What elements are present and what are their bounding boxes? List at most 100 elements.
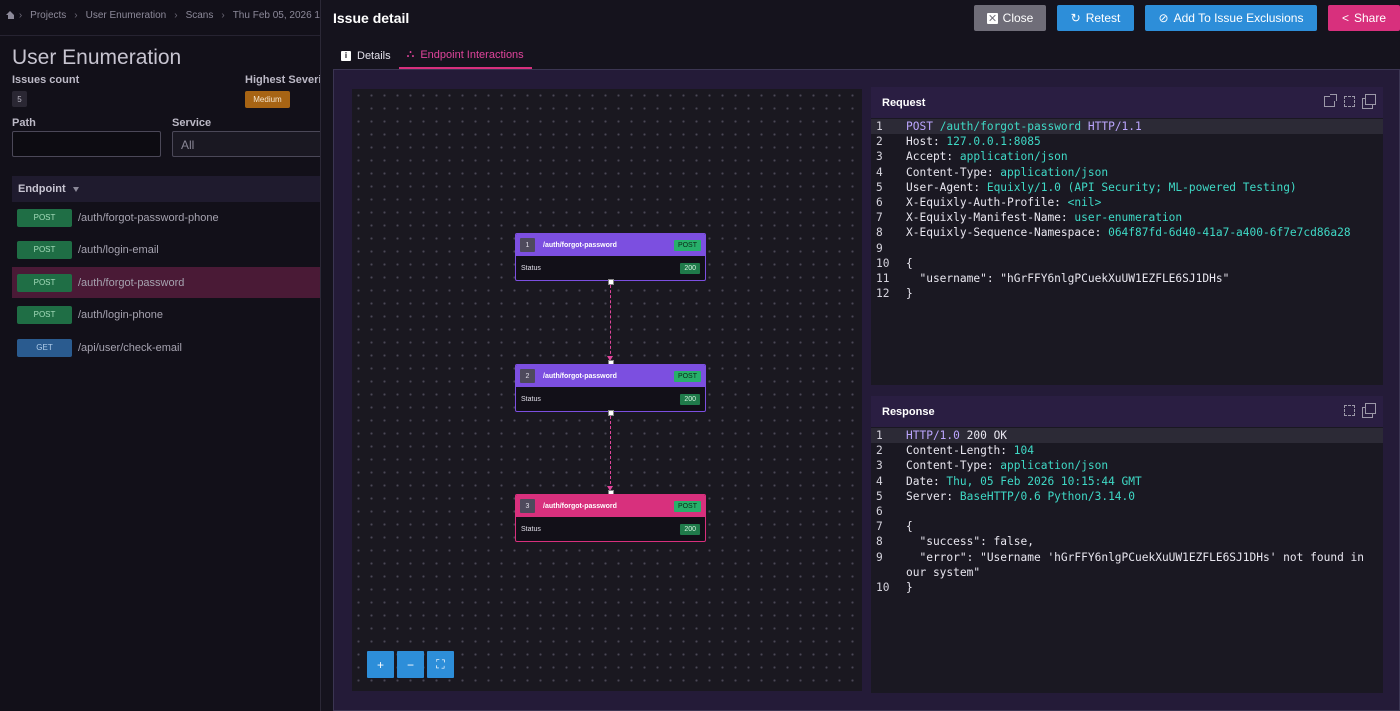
code-line: 10} <box>871 580 1383 595</box>
tab-details[interactable]: i Details <box>333 42 399 69</box>
code-token: User-Agent: <box>906 180 987 194</box>
code-token: user-enumeration <box>1074 211 1183 225</box>
code-token: Equixly/1.0 (API Security; ML-powered Te… <box>986 180 1297 194</box>
node-body: Status 200 <box>516 517 705 541</box>
line-content: Date: Thu, 05 Feb 2026 10:15:44 GMT <box>906 474 1142 489</box>
line-number: 12 <box>876 287 890 301</box>
code-token: Content-Type: <box>906 165 1001 179</box>
share-button[interactable]: < Share <box>1328 5 1400 31</box>
endpoint-path: /auth/forgot-password <box>78 276 185 289</box>
home-icon[interactable] <box>6 11 14 19</box>
endpoint-path: /api/user/check-email <box>78 341 182 354</box>
line-content: X-Equixly-Auth-Profile: <nil> <box>906 195 1101 210</box>
line-number: 9 <box>876 241 883 255</box>
code-line: 7{ <box>871 519 1383 534</box>
divider <box>0 35 320 36</box>
line-number: 2 <box>876 444 883 458</box>
request-title: Request <box>882 96 926 109</box>
chevron-right-icon: › <box>221 9 225 21</box>
request-code[interactable]: 1 POST /auth/forgot-password HTTP/1.1 2 Hos… <box>871 118 1383 301</box>
line-number: 1 <box>876 429 883 442</box>
filter-icon[interactable] <box>72 186 79 192</box>
code-line: 6 <box>871 504 1383 519</box>
method-badge: POST <box>17 305 72 324</box>
copy-icon[interactable] <box>1362 403 1376 418</box>
copy-icon[interactable] <box>1362 94 1376 109</box>
code-line: 1 POST /auth/forgot-password HTTP/1.1 <box>871 119 1383 135</box>
line-content: } <box>906 580 913 595</box>
zoom-out-button[interactable]: − <box>397 651 424 678</box>
request-panel: Request 1 POST /auth/forgot-password HTTP… <box>871 87 1383 385</box>
line-number: 10 <box>876 256 890 270</box>
modal-title: Issue detail <box>333 10 410 26</box>
flow-node-selected[interactable]: 3 /auth/forgot-password POST Status 200 <box>515 494 706 542</box>
endpoint-row[interactable]: POST /auth/forgot-password-phone <box>12 202 320 233</box>
chevron-right-icon: › <box>74 9 78 21</box>
refresh-icon: ↻ <box>1070 11 1081 25</box>
endpoint-row-selected[interactable]: POST /auth/forgot-password <box>12 267 320 298</box>
line-number: 5 <box>876 489 883 503</box>
share-icon: < <box>1341 11 1349 25</box>
node-header: 1 /auth/forgot-password POST <box>516 234 705 256</box>
zoom-in-button[interactable]: + <box>367 651 394 678</box>
line-content: "username": "hGrFFY6nlgPCuekXuUW1EZFLE6S… <box>906 271 1229 286</box>
code-line: 9 <box>871 241 1383 256</box>
endpoint-column-header[interactable]: Endpoint <box>12 176 320 202</box>
breadcrumb-scan[interactable]: Thu Feb 05, 2026 1 <box>233 10 320 21</box>
add-exclusion-button[interactable]: ⊘ Add To Issue Exclusions <box>1145 5 1317 31</box>
line-number: 8 <box>876 226 883 240</box>
method-badge: POST <box>17 240 72 259</box>
flow-node[interactable]: 2 /auth/forgot-password POST Status 200 <box>515 364 706 412</box>
node-handle[interactable] <box>608 410 614 416</box>
line-number: 2 <box>876 135 883 149</box>
panel-actions <box>1324 94 1376 109</box>
fit-view-button[interactable]: ⛶ <box>427 651 454 678</box>
node-method: POST <box>673 239 701 251</box>
background-page: › Projects › User Enumeration › Scans › … <box>0 0 320 711</box>
share-button-label: Share <box>1353 11 1387 25</box>
breadcrumb-scans[interactable]: Scans <box>186 10 214 21</box>
close-button[interactable]: Close <box>974 5 1046 31</box>
tab-interactions-label: Endpoint Interactions <box>420 48 524 61</box>
path-input[interactable] <box>12 131 161 157</box>
service-select[interactable]: All <box>172 131 320 157</box>
node-header: 2 /auth/forgot-password POST <box>516 365 705 387</box>
endpoint-row[interactable]: POST /auth/login-email <box>12 234 320 265</box>
node-status-label: Status <box>521 395 541 403</box>
node-body: Status 200 <box>516 387 705 411</box>
tab-endpoint-interactions[interactable]: ⛬ Endpoint Interactions <box>398 42 532 69</box>
retest-button[interactable]: ↻ Retest <box>1057 5 1134 31</box>
endpoint-path: /auth/login-email <box>78 243 159 256</box>
line-number: 6 <box>876 504 883 518</box>
flow-canvas[interactable]: 1 /auth/forgot-password POST Status 200 … <box>352 89 862 691</box>
external-link-icon[interactable] <box>1324 94 1337 107</box>
fullscreen-icon[interactable] <box>1344 96 1355 107</box>
breadcrumb-projects[interactable]: Projects <box>30 10 66 21</box>
fullscreen-icon[interactable] <box>1344 405 1355 416</box>
node-handle[interactable] <box>608 279 614 285</box>
response-code[interactable]: 1 HTTP/1.0 200 OK 2 Content-Length: 104 3 Con… <box>871 427 1383 595</box>
path-label: Path <box>12 117 36 129</box>
code-token: application/json <box>1000 459 1109 473</box>
breadcrumb-project[interactable]: User Enumeration <box>86 10 167 21</box>
code-token: } <box>906 580 913 594</box>
endpoint-row[interactable]: POST /auth/login-phone <box>12 299 320 330</box>
line-content: } <box>906 286 913 301</box>
line-content: POST /auth/forgot-password HTTP/1.1 <box>906 119 1142 134</box>
endpoint-row[interactable]: GET /api/user/check-email <box>12 332 320 363</box>
response-title: Response <box>882 405 935 418</box>
line-content: HTTP/1.0 200 OK <box>906 428 1007 443</box>
code-token: Content-Type: <box>906 459 1001 473</box>
line-content: our system" <box>906 565 980 580</box>
node-status: 200 <box>680 393 700 405</box>
code-token: BaseHTTP/0.6 Python/3.14.0 <box>959 489 1136 503</box>
code-line: 2 Host: 127.0.0.1:8085 <box>871 134 1383 149</box>
line-number: 7 <box>876 520 883 534</box>
line-number: 4 <box>876 165 883 179</box>
line-number: 5 <box>876 180 883 194</box>
line-content: Server: BaseHTTP/0.6 Python/3.14.0 <box>906 489 1135 504</box>
line-number: 11 <box>876 271 890 285</box>
flow-node[interactable]: 1 /auth/forgot-password POST Status 200 <box>515 233 706 281</box>
node-number: 2 <box>520 369 535 383</box>
node-status-label: Status <box>521 264 541 272</box>
